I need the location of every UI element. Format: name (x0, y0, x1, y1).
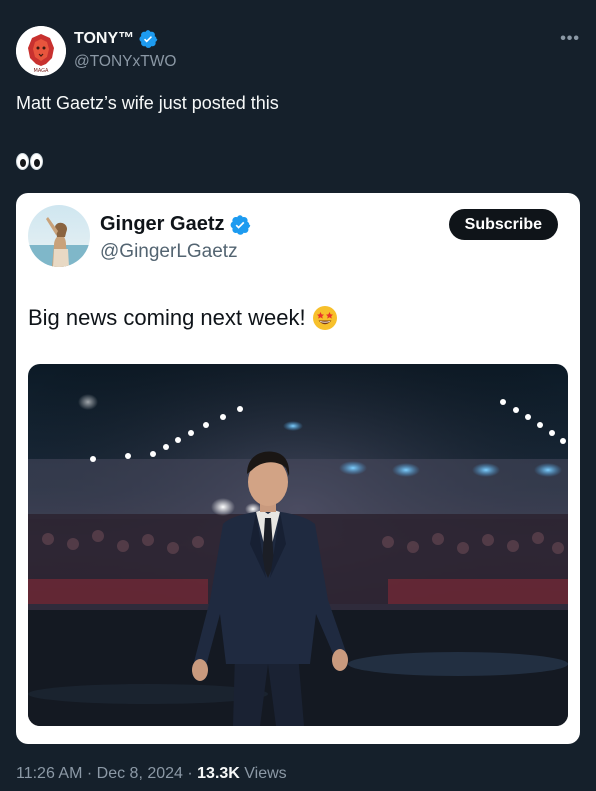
author-handle[interactable]: @TONYxTWO (74, 53, 176, 71)
left-eye (16, 153, 29, 170)
quoted-author-avatar[interactable] (28, 205, 90, 267)
quoted-tweet-card[interactable]: Ginger Gaetz @GingerLGaetz Subscribe Big… (16, 193, 580, 744)
verified-badge-icon[interactable] (138, 29, 158, 49)
subscribe-button[interactable]: Subscribe (448, 209, 558, 240)
star-struck-emoji-icon (312, 305, 338, 331)
more-options-icon[interactable]: ••• (560, 30, 580, 48)
author-display-name[interactable]: TONY™ (74, 30, 134, 48)
quoted-text-row: Big news coming next week! (28, 305, 338, 331)
quoted-name-row[interactable]: Ginger Gaetz (100, 213, 251, 236)
tweet-date[interactable]: Dec 8, 2024 (97, 765, 183, 783)
tweet: MAGA TONY™ @TONYxTWO ••• Matt Gaetz’s wi… (0, 0, 596, 791)
quoted-display-name[interactable]: Ginger Gaetz (100, 213, 224, 236)
right-eye (30, 153, 43, 170)
author-avatar[interactable]: MAGA (16, 26, 66, 76)
svg-text:MAGA: MAGA (34, 68, 50, 74)
tweet-time[interactable]: 11:26 AM (16, 765, 82, 783)
quoted-tweet-text: Big news coming next week! (28, 305, 306, 330)
verified-badge-icon[interactable] (229, 214, 251, 236)
views-count[interactable]: 13.3K (197, 765, 240, 783)
convention-stage-photo (28, 364, 568, 726)
meta-separator: · (182, 765, 198, 782)
tweet-text: Matt Gaetz’s wife just posted this (16, 93, 279, 113)
views-label: Views (239, 765, 287, 782)
tweet-meta: 11:26 AM · Dec 8, 2024 · 13.3K Views (16, 765, 287, 783)
author-name-row[interactable]: TONY™ (74, 28, 158, 50)
lion-logo-icon: MAGA (16, 26, 66, 76)
meta-separator: · (82, 765, 97, 782)
media-photo[interactable] (28, 364, 568, 726)
eyes-emoji-icon (16, 153, 43, 170)
quoted-handle[interactable]: @GingerLGaetz (100, 241, 238, 263)
profile-photo-icon (28, 205, 90, 267)
